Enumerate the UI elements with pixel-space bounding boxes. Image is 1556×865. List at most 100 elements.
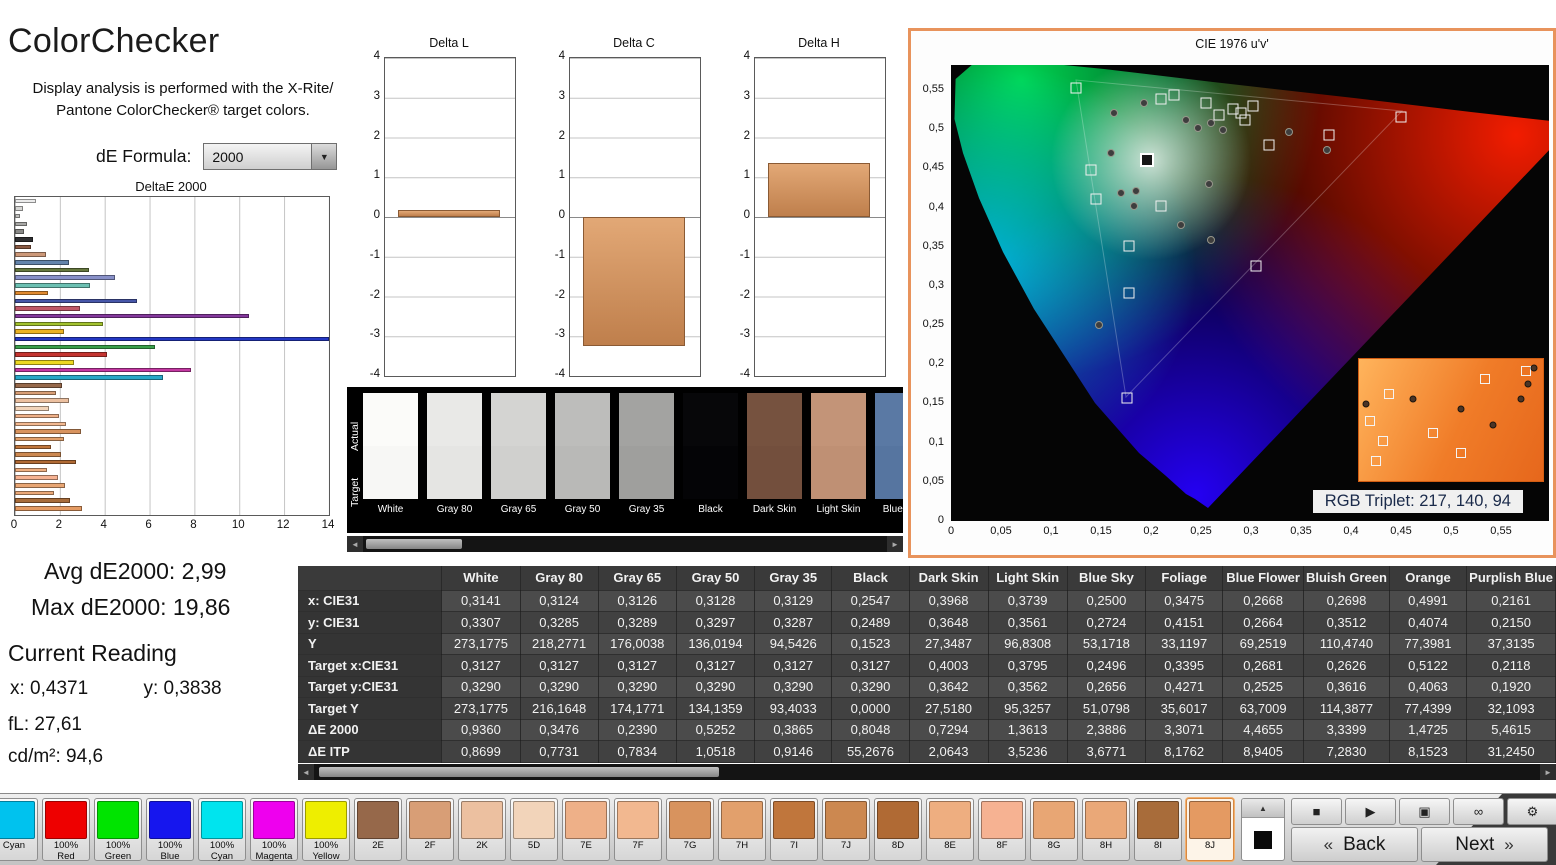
- cie-measurement-marker: [1132, 187, 1140, 195]
- patch-button-100-green[interactable]: 100% Green: [94, 798, 142, 861]
- cie-target-marker: [1124, 240, 1135, 251]
- meter-link-button[interactable]: ∞: [1453, 798, 1504, 825]
- table-cell: 0,8048: [832, 719, 909, 741]
- patch-button-7f[interactable]: 7F: [614, 798, 662, 861]
- scroll-left-icon[interactable]: ◄: [347, 536, 363, 552]
- deltae-bar-row: [15, 451, 329, 459]
- table-cell: 3,5236: [988, 741, 1067, 763]
- patch-scroll-stepper[interactable]: ▲: [1241, 798, 1285, 861]
- patch-button-8e[interactable]: 8E: [926, 798, 974, 861]
- axis-tick-label: 8: [190, 519, 196, 531]
- next-button[interactable]: Next »: [1421, 827, 1548, 862]
- patch-button-7j[interactable]: 7J: [822, 798, 870, 861]
- patch-swatch: [253, 801, 295, 839]
- patch-label: 7E: [565, 841, 607, 852]
- inset-measurement-marker: [1530, 364, 1537, 371]
- row-label: Target x:CIE31: [298, 655, 442, 677]
- patch-button-2k[interactable]: 2K: [458, 798, 506, 861]
- stop-button[interactable]: ■: [1291, 798, 1342, 825]
- patch-button-7h[interactable]: 7H: [718, 798, 766, 861]
- patch-label: 8D: [877, 841, 919, 852]
- zero-line: [385, 217, 515, 218]
- current-fl: fL: 27,61: [8, 714, 82, 736]
- table-scrollbar[interactable]: ◄ ►: [298, 764, 1556, 780]
- patch-button-8i[interactable]: 8I: [1134, 798, 1182, 861]
- target-swatch: [555, 446, 610, 499]
- colorchecker-app: ColorChecker Display analysis is perform…: [0, 0, 1556, 865]
- axis-tick-label: 4: [545, 50, 565, 62]
- cie-measurement-marker: [1130, 202, 1138, 210]
- stepper-up-button[interactable]: ▲: [1242, 799, 1284, 818]
- patch-button-8f[interactable]: 8F: [978, 798, 1026, 861]
- inset-target-marker: [1428, 428, 1438, 438]
- table-cell: 0,0000: [832, 698, 909, 720]
- cie-measurement-marker: [1207, 236, 1215, 244]
- patch-swatch: [1137, 801, 1179, 839]
- table-cell: 218,2771: [520, 633, 598, 655]
- delta-bar: [398, 210, 500, 217]
- deltae-bar-row: [15, 412, 329, 420]
- table-cell: 1,4725: [1389, 719, 1466, 741]
- table-cell: 0,2150: [1467, 612, 1556, 634]
- patch-button-7g[interactable]: 7G: [666, 798, 714, 861]
- table-cell: 0,3562: [988, 676, 1067, 698]
- axis-tick-label: 2: [545, 130, 565, 142]
- chevron-down-icon[interactable]: ▼: [311, 144, 336, 169]
- scrollbar-thumb[interactable]: [366, 539, 462, 549]
- axis-tick-label: 0,35: [911, 240, 944, 252]
- patch-button-8h[interactable]: 8H: [1082, 798, 1130, 861]
- patch-swatch: [461, 801, 503, 839]
- axis-tick-label: 0,25: [911, 318, 944, 330]
- table-cell: 0,2681: [1223, 655, 1304, 677]
- patch-button-2f[interactable]: 2F: [406, 798, 454, 861]
- scrollbar-track[interactable]: [364, 538, 886, 550]
- deltae-bar-8h: [15, 491, 54, 496]
- patch-button-100-red[interactable]: 100% Red: [42, 798, 90, 861]
- swatch-colors: [427, 393, 482, 499]
- scroll-left-icon[interactable]: ◄: [298, 764, 314, 780]
- patch-button-8d[interactable]: 8D: [874, 798, 922, 861]
- rgb-triplet-label: RGB Triplet: 217, 140, 94: [1313, 490, 1523, 513]
- scrollbar-thumb[interactable]: [319, 767, 719, 777]
- current-reading-heading: Current Reading: [8, 640, 177, 667]
- patch-button-8j[interactable]: 8J: [1186, 798, 1234, 861]
- table-cell: 134,1359: [676, 698, 754, 720]
- patch-button-100-cyan[interactable]: 100% Cyan: [198, 798, 246, 861]
- cie-measurement-marker: [1285, 128, 1293, 136]
- table-cell: 0,5252: [676, 719, 754, 741]
- scroll-right-icon[interactable]: ►: [887, 536, 903, 552]
- de-formula-dropdown[interactable]: 2000 ▼: [203, 143, 337, 170]
- scroll-right-icon[interactable]: ►: [1540, 764, 1556, 780]
- patch-button-100-magenta[interactable]: 100% Magenta: [250, 798, 298, 861]
- swatch-scrollbar[interactable]: ◄ ►: [347, 536, 903, 552]
- patch-button-7e[interactable]: 7E: [562, 798, 610, 861]
- page-title: ColorChecker: [8, 22, 219, 61]
- capture-button[interactable]: ▣: [1399, 798, 1450, 825]
- table-cell: 136,0194: [676, 633, 754, 655]
- table-cell: 0,2626: [1303, 655, 1389, 677]
- patch-button-cyan[interactable]: Cyan: [0, 798, 38, 861]
- table-cell: 7,2830: [1303, 741, 1389, 763]
- table-row: Y273,1775218,2771176,0038136,019494,5426…: [298, 633, 1556, 655]
- table-row: Target x:CIE310,31270,31270,31270,31270,…: [298, 655, 1556, 677]
- play-button[interactable]: ▶: [1345, 798, 1396, 825]
- table-cell: 5,4615: [1467, 719, 1556, 741]
- delta-bar: [583, 217, 685, 346]
- patch-button-5d[interactable]: 5D: [510, 798, 558, 861]
- settings-button[interactable]: ⚙: [1507, 798, 1556, 825]
- scrollbar-track[interactable]: [315, 766, 1539, 778]
- deltae-bar-yellow-green: [15, 322, 103, 327]
- patch-button-100-blue[interactable]: 100% Blue: [146, 798, 194, 861]
- patch-button-8g[interactable]: 8G: [1030, 798, 1078, 861]
- patch-button-100-yellow[interactable]: 100% Yellow: [302, 798, 350, 861]
- deltae-bar-row: [15, 351, 329, 359]
- axis-tick-label: 0: [11, 519, 17, 531]
- chevron-right-icon: »: [1504, 835, 1513, 855]
- back-button[interactable]: « Back: [1291, 827, 1418, 862]
- deltae-bar-row: [15, 505, 329, 513]
- patch-label: Cyan: [0, 841, 35, 852]
- deltae-bar-white: [15, 199, 36, 204]
- table-cell: 0,4991: [1389, 590, 1466, 612]
- patch-button-7i[interactable]: 7I: [770, 798, 818, 861]
- patch-button-2e[interactable]: 2E: [354, 798, 402, 861]
